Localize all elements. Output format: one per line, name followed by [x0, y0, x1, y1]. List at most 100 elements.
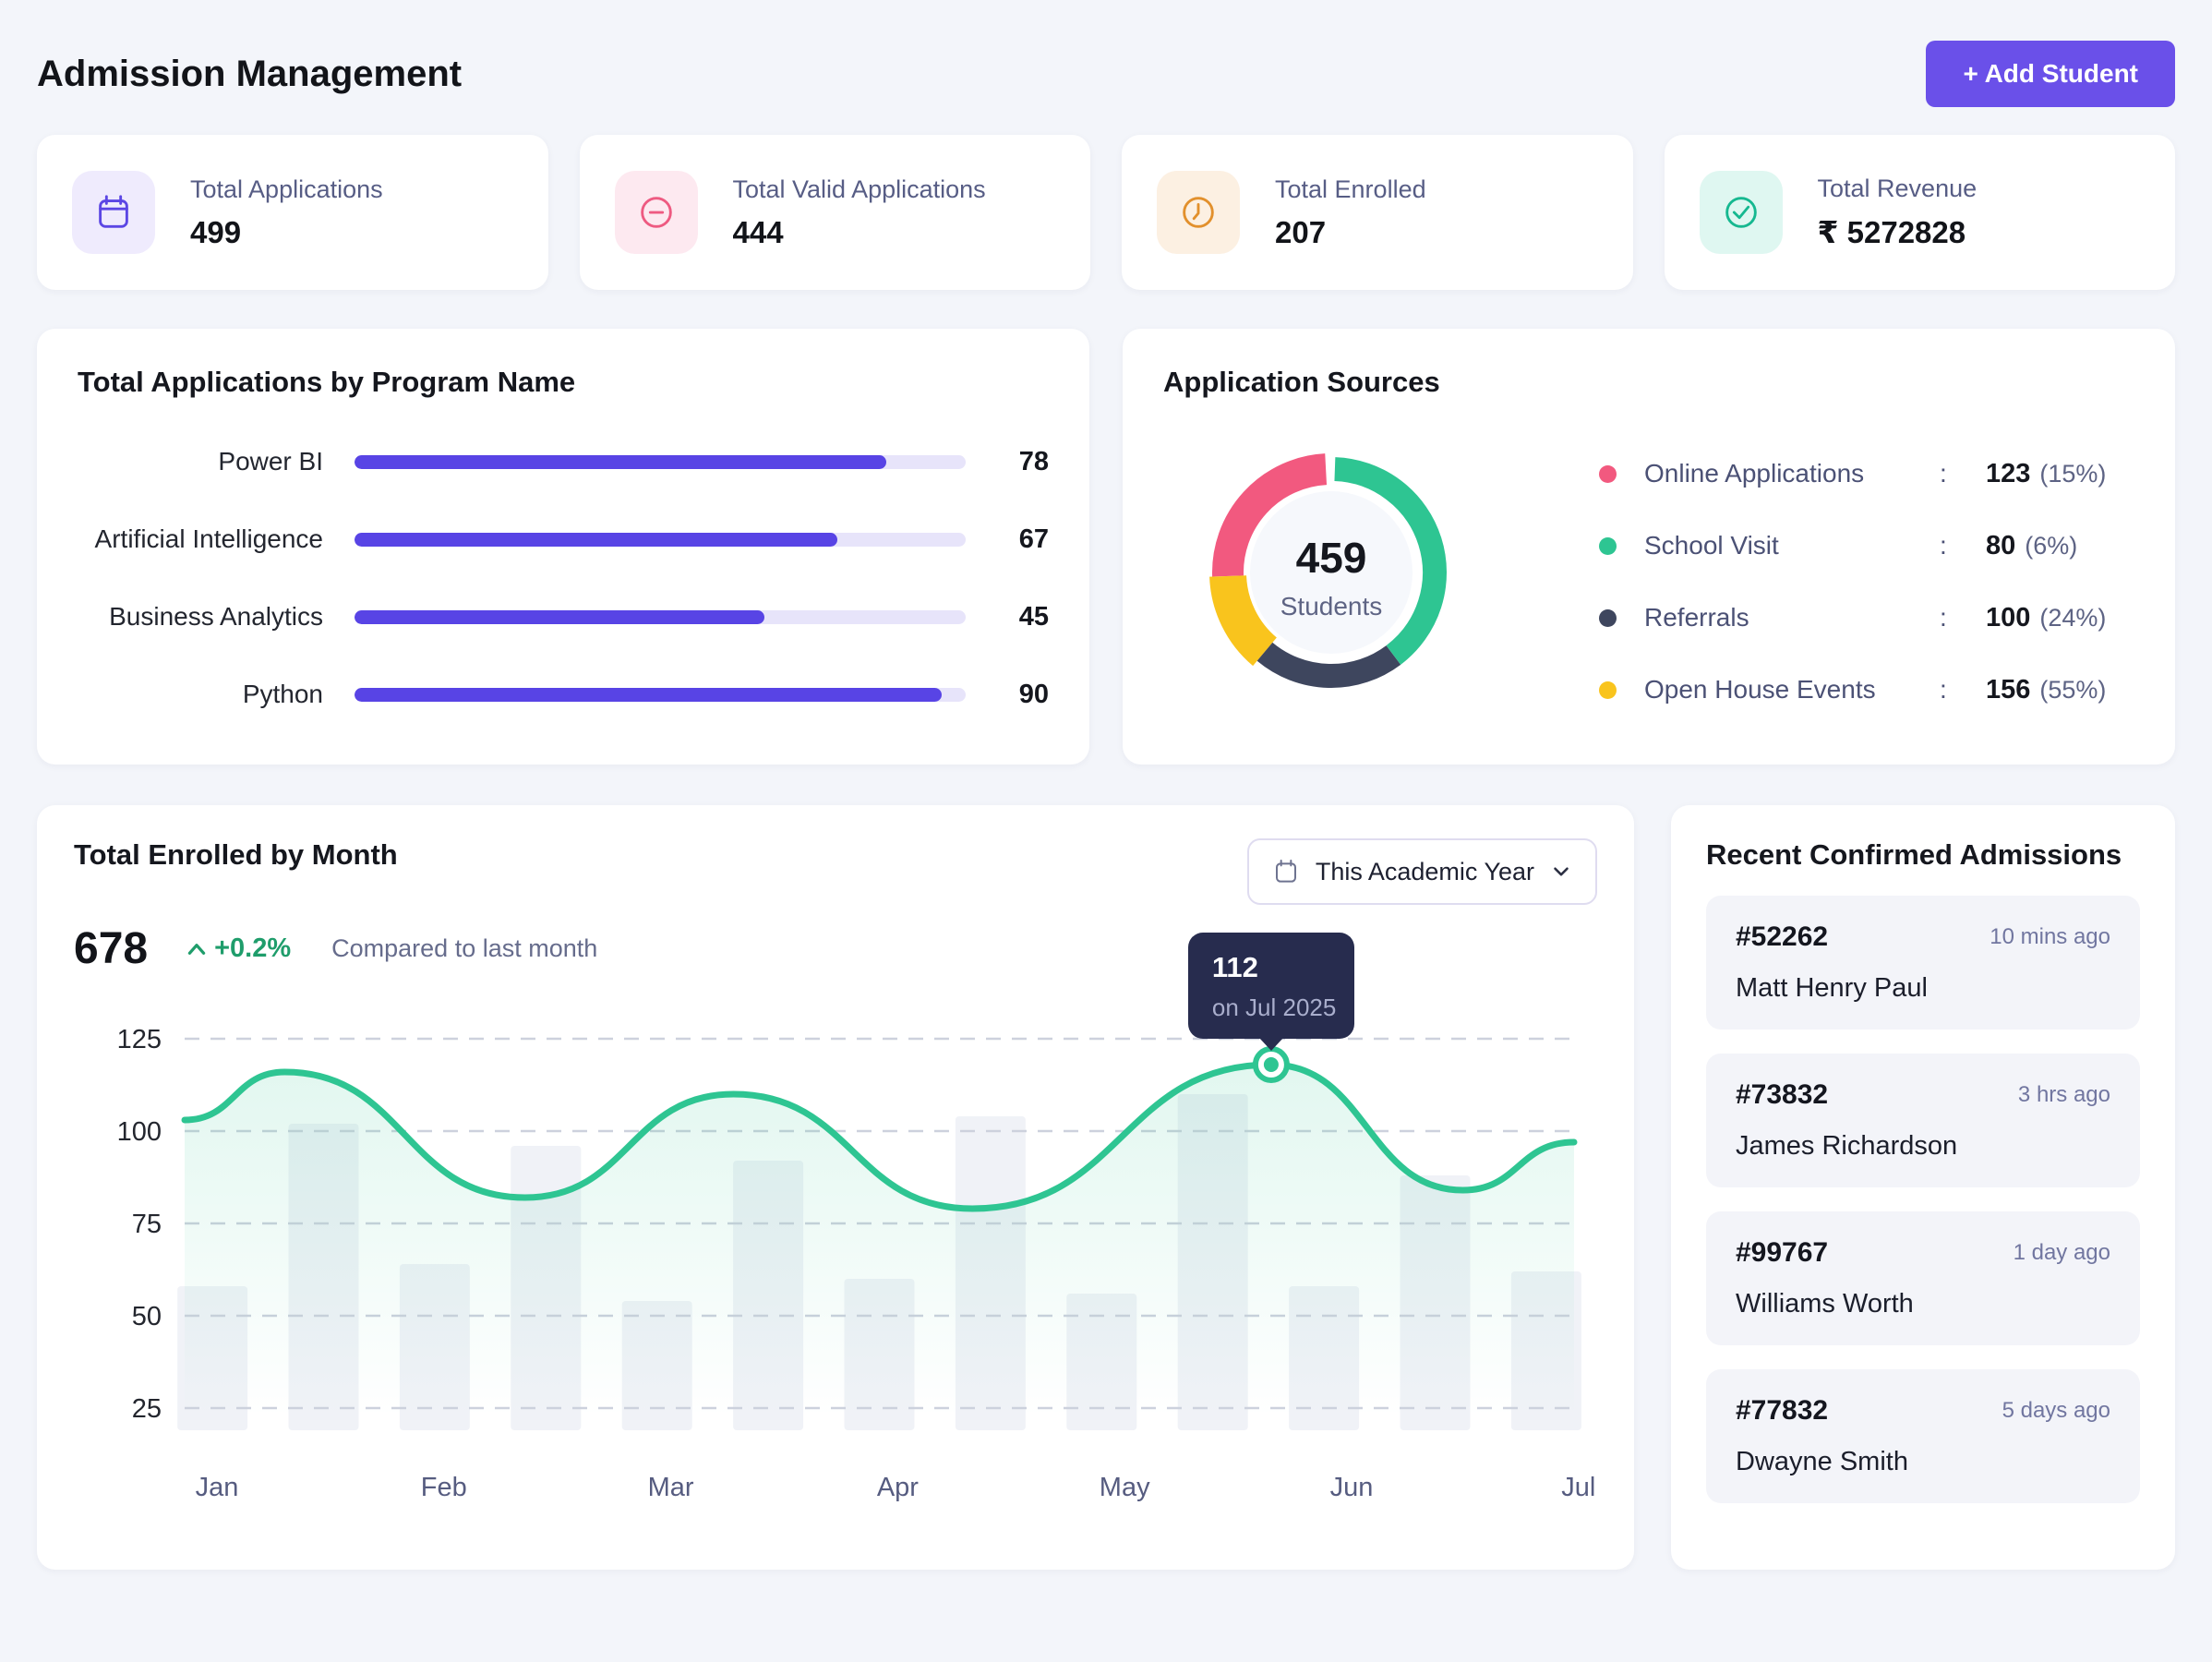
program-row: Python 90: [78, 656, 1049, 733]
stat-label: Total Valid Applications: [733, 175, 986, 204]
dashboard-page: Admission Management + Add Student Total…: [0, 0, 2212, 1597]
clock-icon: [1157, 171, 1240, 254]
stat-label: Total Enrolled: [1275, 175, 1426, 204]
tooltip-value: 112: [1212, 951, 1354, 984]
calendar-icon: [1271, 857, 1301, 886]
program-label: Python: [78, 680, 355, 709]
admission-id: #99767: [1736, 1237, 1828, 1269]
admission-list-item[interactable]: #52262 10 mins ago Matt Henry Paul: [1706, 896, 2140, 1030]
admission-name: Matt Henry Paul: [1736, 973, 2110, 1004]
legend-colon: :: [1940, 675, 1973, 705]
chart-tooltip: 112 on Jul 2025: [1188, 933, 1354, 1039]
admission-time: 1 day ago: [2014, 1240, 2110, 1266]
programs-bar-chart: Power BI 78 Artificial Intelligence 67 B…: [78, 423, 1049, 733]
legend-dot: [1599, 609, 1617, 627]
admission-name: Dwayne Smith: [1736, 1447, 2110, 1477]
sources-donut-chart: 459 Students: [1202, 443, 1461, 702]
legend-row: School Visit : 80 (6%): [1599, 532, 2134, 560]
stat-value: ₹ 5272828: [1818, 214, 1978, 250]
svg-text:75: 75: [132, 1210, 162, 1239]
legend-colon: :: [1940, 603, 1973, 632]
legend-pct: (55%): [2039, 676, 2106, 705]
programs-card: Total Applications by Program Name Power…: [37, 329, 1089, 765]
stat-card-total-revenue: Total Revenue ₹ 5272828: [1665, 135, 2176, 290]
stat-value: 444: [733, 215, 986, 250]
stats-row: Total Applications 499 Total Valid Appli…: [37, 135, 2175, 290]
legend-colon: :: [1940, 459, 1973, 488]
svg-text:Mar: Mar: [648, 1473, 694, 1502]
admission-name: James Richardson: [1736, 1131, 2110, 1162]
legend-colon: :: [1940, 531, 1973, 560]
legend-pct: (24%): [2039, 604, 2106, 632]
program-label: Power BI: [78, 447, 355, 476]
legend-dot: [1599, 537, 1617, 555]
legend-value: 100: [1986, 603, 2030, 633]
calendar-icon: [72, 171, 155, 254]
svg-text:100: 100: [117, 1117, 162, 1147]
dropdown-label: This Academic Year: [1316, 858, 1534, 886]
legend-pct: (6%): [2025, 532, 2077, 560]
topbar: Admission Management + Add Student: [37, 28, 2175, 120]
bar-fill: [355, 455, 886, 469]
admission-list-item[interactable]: #77832 5 days ago Dwayne Smith: [1706, 1369, 2140, 1503]
legend-value: 156: [1986, 675, 2030, 705]
enrolled-line-chart: 112 on Jul 2025 125100755025JanFebMarApr…: [74, 983, 1597, 1528]
donut-center-label: Students: [1280, 592, 1383, 620]
stat-value: 207: [1275, 215, 1426, 250]
programs-title: Total Applications by Program Name: [78, 366, 1049, 399]
svg-text:May: May: [1100, 1473, 1150, 1502]
arrow-up-icon: [185, 939, 209, 959]
program-row: Power BI 78: [78, 423, 1049, 500]
legend-row: Online Applications : 123 (15%): [1599, 460, 2134, 488]
admission-time: 10 mins ago: [1990, 924, 2110, 950]
donut-center-value: 459: [1296, 534, 1367, 582]
minus-circle-icon: [615, 171, 698, 254]
svg-text:125: 125: [117, 1025, 162, 1054]
svg-text:50: 50: [132, 1302, 162, 1331]
enrolled-total: 678: [74, 923, 148, 974]
stat-card-total-applications: Total Applications 499: [37, 135, 548, 290]
enrolled-title: Total Enrolled by Month: [74, 838, 398, 872]
svg-text:Jun: Jun: [1330, 1473, 1374, 1502]
bar-fill: [355, 610, 764, 624]
enrolled-card: Total Enrolled by Month This Academic Ye…: [37, 805, 1634, 1570]
add-student-button[interactable]: + Add Student: [1926, 41, 2175, 107]
admission-id: #52262: [1736, 921, 1828, 953]
program-value: 78: [966, 447, 1049, 477]
program-value: 45: [966, 602, 1049, 632]
stat-card-total-enrolled: Total Enrolled 207: [1122, 135, 1633, 290]
admission-name: Williams Worth: [1736, 1289, 2110, 1319]
sources-card: Application Sources 459 Students Online …: [1123, 329, 2175, 765]
bar-track: [355, 688, 966, 702]
admission-time: 5 days ago: [2002, 1398, 2110, 1424]
program-row: Business Analytics 45: [78, 578, 1049, 656]
svg-text:25: 25: [132, 1394, 162, 1424]
legend-label: School Visit: [1644, 531, 1940, 560]
bar-track: [355, 533, 966, 547]
program-row: Artificial Intelligence 67: [78, 500, 1049, 578]
legend-dot: [1599, 681, 1617, 699]
chevron-down-icon: [1549, 860, 1573, 884]
sources-legend: Online Applications : 123 (15%) School V…: [1599, 460, 2134, 748]
legend-value: 80: [1986, 531, 2015, 561]
admission-list-item[interactable]: #73832 3 hrs ago James Richardson: [1706, 1054, 2140, 1187]
sources-title: Application Sources: [1163, 366, 2134, 399]
legend-row: Open House Events : 156 (55%): [1599, 676, 2134, 704]
program-label: Artificial Intelligence: [78, 524, 355, 554]
academic-year-dropdown[interactable]: This Academic Year: [1247, 838, 1597, 905]
admission-id: #77832: [1736, 1395, 1828, 1427]
svg-text:Feb: Feb: [421, 1473, 467, 1502]
stat-label: Total Applications: [190, 175, 383, 204]
bar-track: [355, 455, 966, 469]
stat-label: Total Revenue: [1818, 175, 1978, 203]
legend-value: 123: [1986, 459, 2030, 489]
bar-fill: [355, 688, 942, 702]
svg-text:Jul: Jul: [1561, 1473, 1595, 1502]
admission-list-item[interactable]: #99767 1 day ago Williams Worth: [1706, 1211, 2140, 1345]
legend-dot: [1599, 465, 1617, 483]
bar-fill: [355, 533, 837, 547]
admission-id: #73832: [1736, 1079, 1828, 1111]
admissions-card: Recent Confirmed Admissions #52262 10 mi…: [1671, 805, 2175, 1570]
legend-label: Online Applications: [1644, 459, 1940, 488]
bar-track: [355, 610, 966, 624]
